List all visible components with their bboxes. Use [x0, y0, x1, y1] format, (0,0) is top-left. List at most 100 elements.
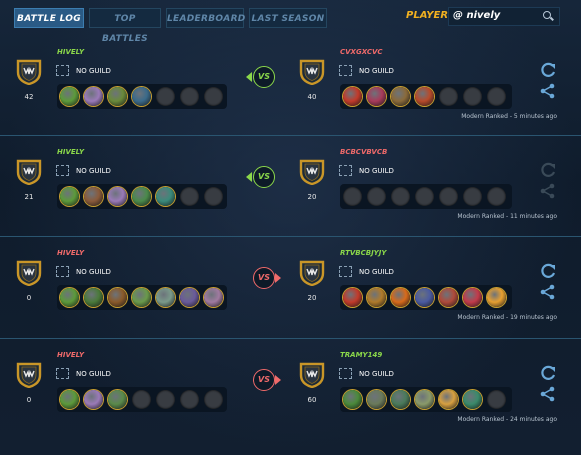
card-icon[interactable] — [84, 87, 103, 106]
team-cards — [340, 184, 512, 209]
player-name[interactable]: BCBCVBVCB — [340, 148, 387, 156]
card-icon[interactable] — [84, 390, 103, 409]
share-icon[interactable] — [539, 182, 557, 200]
card-icon[interactable] — [132, 288, 151, 307]
league-emblem-icon — [15, 57, 43, 86]
vs-badge: VS — [253, 267, 275, 289]
team-cards — [57, 184, 227, 209]
card-icon[interactable] — [463, 390, 482, 409]
card-icon[interactable] — [132, 187, 151, 206]
replay-icon[interactable] — [539, 364, 557, 382]
player-name[interactable]: CVXGXCVC — [340, 48, 383, 56]
top-nav: BATTLE LOG TOP BATTLES LEADERBOARD LAST … — [0, 0, 581, 44]
battle-meta: Modern Ranked - 5 minutes ago — [461, 113, 557, 120]
card-icon[interactable] — [108, 288, 127, 307]
guild-label: NO GUILD — [76, 67, 111, 75]
guild-icon — [339, 266, 352, 277]
league-emblem-icon — [15, 258, 43, 287]
guild-label: NO GUILD — [76, 370, 111, 378]
card-icon[interactable] — [60, 87, 79, 106]
guild-label: NO GUILD — [359, 67, 394, 75]
replay-icon[interactable] — [539, 61, 557, 79]
card-icon[interactable] — [391, 87, 410, 106]
card-icon[interactable] — [415, 390, 434, 409]
team-cards — [57, 84, 227, 109]
player-name[interactable]: HIVELY — [57, 48, 84, 56]
card-icon[interactable] — [156, 288, 175, 307]
league-emblem-icon — [15, 360, 43, 389]
result-arrow-icon — [246, 72, 252, 82]
card-icon[interactable] — [391, 390, 410, 409]
guild-label: NO GUILD — [359, 167, 394, 175]
card-icon[interactable] — [84, 288, 103, 307]
card-icon[interactable] — [463, 288, 482, 307]
card-icon[interactable] — [343, 390, 362, 409]
card-icon[interactable] — [60, 187, 79, 206]
tab-leaderboard[interactable]: LEADERBOARD — [166, 8, 245, 28]
team-cards — [57, 387, 227, 412]
card-icon[interactable] — [180, 288, 199, 307]
player-search-input[interactable]: @ nively — [448, 7, 560, 26]
league-emblem-icon — [298, 258, 326, 287]
player-search-value: @ nively — [453, 10, 501, 21]
tab-top-battles[interactable]: TOP BATTLES — [89, 8, 161, 44]
empty-card-slot — [180, 390, 199, 409]
card-icon[interactable] — [343, 288, 362, 307]
vs-badge: VS — [253, 166, 275, 188]
player-rating: 21 — [24, 193, 34, 201]
vs-badge: VS — [253, 66, 275, 88]
replay-icon[interactable] — [539, 262, 557, 280]
player-rating: 20 — [307, 193, 317, 201]
player-name[interactable]: HIVELY — [57, 249, 84, 257]
card-icon[interactable] — [132, 87, 151, 106]
empty-card-slot — [156, 390, 175, 409]
share-icon[interactable] — [539, 385, 557, 403]
card-icon[interactable] — [439, 390, 458, 409]
card-icon[interactable] — [204, 288, 223, 307]
card-icon[interactable] — [367, 390, 386, 409]
battle-row: 0 HIVELY NO GUILD 20 RTVBCBJYJY NO GUILD VS Mod… — [0, 237, 581, 337]
card-icon[interactable] — [415, 87, 434, 106]
card-icon[interactable] — [156, 187, 175, 206]
card-icon[interactable] — [108, 390, 127, 409]
player-rating: 0 — [26, 294, 32, 302]
empty-card-slot — [180, 87, 199, 106]
replay-icon[interactable] — [539, 161, 557, 179]
empty-card-slot — [204, 390, 223, 409]
search-icon[interactable] — [543, 11, 551, 19]
card-icon[interactable] — [415, 288, 434, 307]
card-icon[interactable] — [391, 288, 410, 307]
card-icon[interactable] — [60, 288, 79, 307]
card-icon[interactable] — [84, 187, 103, 206]
guild-label: NO GUILD — [359, 370, 394, 378]
tab-battle-log[interactable]: BATTLE LOG — [14, 8, 84, 28]
card-icon[interactable] — [367, 87, 386, 106]
card-icon[interactable] — [367, 288, 386, 307]
guild-icon — [56, 266, 69, 277]
result-arrow-icon — [275, 273, 281, 283]
player-name[interactable]: HIVELY — [57, 148, 84, 156]
battle-meta: Modern Ranked - 19 minutes ago — [457, 314, 557, 321]
card-icon[interactable] — [343, 87, 362, 106]
player-name[interactable]: TRAMY149 — [340, 351, 382, 359]
empty-card-slot — [439, 187, 458, 206]
card-icon[interactable] — [60, 390, 79, 409]
empty-card-slot — [132, 390, 151, 409]
empty-card-slot — [439, 87, 458, 106]
empty-card-slot — [367, 187, 386, 206]
result-arrow-icon — [246, 172, 252, 182]
card-icon[interactable] — [108, 87, 127, 106]
guild-icon — [339, 368, 352, 379]
empty-card-slot — [463, 187, 482, 206]
guild-label: NO GUILD — [76, 268, 111, 276]
card-icon[interactable] — [108, 187, 127, 206]
share-icon[interactable] — [539, 283, 557, 301]
tab-last-season[interactable]: LAST SEASON — [249, 8, 327, 28]
player-name[interactable]: RTVBCBJYJY — [340, 249, 386, 257]
player-name[interactable]: HIVELY — [57, 351, 84, 359]
guild-icon — [56, 165, 69, 176]
card-icon[interactable] — [487, 288, 506, 307]
share-icon[interactable] — [539, 82, 557, 100]
card-icon[interactable] — [439, 288, 458, 307]
player-rating: 42 — [24, 93, 34, 101]
